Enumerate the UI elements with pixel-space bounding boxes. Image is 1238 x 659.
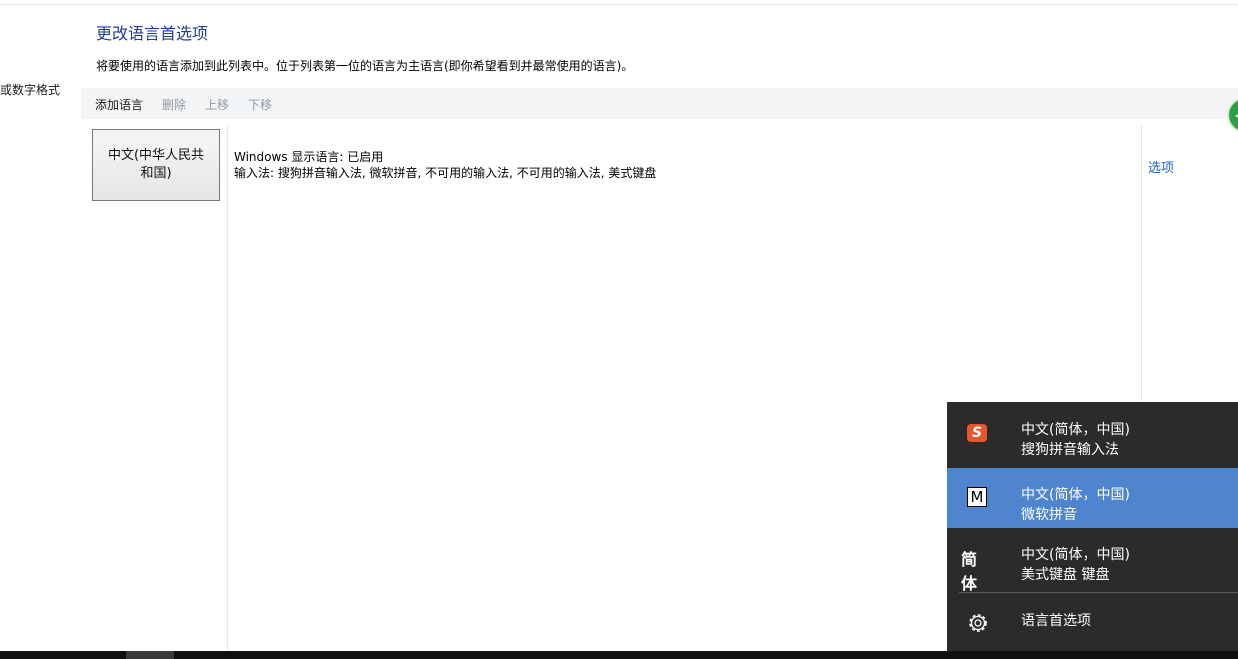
language-preferences-link[interactable]: 语言首选项 (1021, 610, 1091, 630)
ime-item-microsoft-pinyin[interactable]: M 中文(简体，中国) 微软拼音 (947, 468, 1238, 528)
ime-item-sogou[interactable]: S 中文(简体，中国) 搜狗拼音输入法 (947, 403, 1238, 463)
language-name-line2: 和国) (140, 166, 172, 181)
remove-button[interactable]: 删除 (162, 96, 186, 113)
top-divider (0, 4, 1238, 5)
language-tile-zh-cn[interactable]: 中文(中华人民共 和国) (92, 129, 220, 201)
ime-method: 美式键盘 键盘 (1021, 567, 1110, 583)
ime-method: 微软拼音 (1021, 507, 1077, 523)
input-methods-status: 输入法: 搜狗拼音输入法, 微软拼音, 不可用的输入法, 不可用的输入法, 美式… (234, 166, 657, 180)
column-divider (1141, 125, 1142, 405)
gear-icon (965, 610, 991, 636)
language-status: Windows 显示语言: 已启用 输入法: 搜狗拼音输入法, 微软拼音, 不可… (234, 149, 656, 181)
move-up-button[interactable]: 上移 (205, 96, 229, 113)
page-title: 更改语言首选项 (96, 24, 209, 43)
sogou-icon: S (961, 421, 991, 445)
display-language-status: Windows 显示语言: 已启用 (234, 150, 384, 164)
options-link[interactable]: 选项 (1148, 157, 1174, 176)
ime-language: 中文(简体，中国) (1021, 487, 1130, 503)
ime-method: 搜狗拼音输入法 (1021, 442, 1119, 458)
move-down-button[interactable]: 下移 (248, 96, 272, 113)
page-description: 将要使用的语言添加到此列表中。位于列表第一位的语言为主语言(即你希望看到并最常使… (96, 59, 634, 73)
sidebar-link-number-format[interactable]: 或数字格式 (0, 81, 60, 98)
ime-language: 中文(简体，中国) (1021, 547, 1130, 563)
column-divider (227, 125, 228, 652)
ime-language: 中文(简体，中国) (1021, 422, 1130, 438)
language-toolbar: 添加语言 删除 上移 下移 (81, 88, 1238, 119)
ime-item-us-keyboard[interactable]: 简体 中文(简体，中国) 美式键盘 键盘 (947, 528, 1238, 593)
jianti-icon: 简体 (961, 550, 978, 593)
m-icon: M (961, 486, 991, 510)
taskbar-button[interactable] (126, 651, 174, 659)
input-method-menu: S 中文(简体，中国) 搜狗拼音输入法 M 中文(简体，中国) 微软拼音 简体 … (947, 402, 1238, 651)
language-name-line1: 中文(中华人民共 (107, 148, 205, 163)
add-language-button[interactable]: 添加语言 (95, 96, 143, 113)
taskbar (0, 651, 1238, 659)
menu-divider (959, 592, 1238, 593)
